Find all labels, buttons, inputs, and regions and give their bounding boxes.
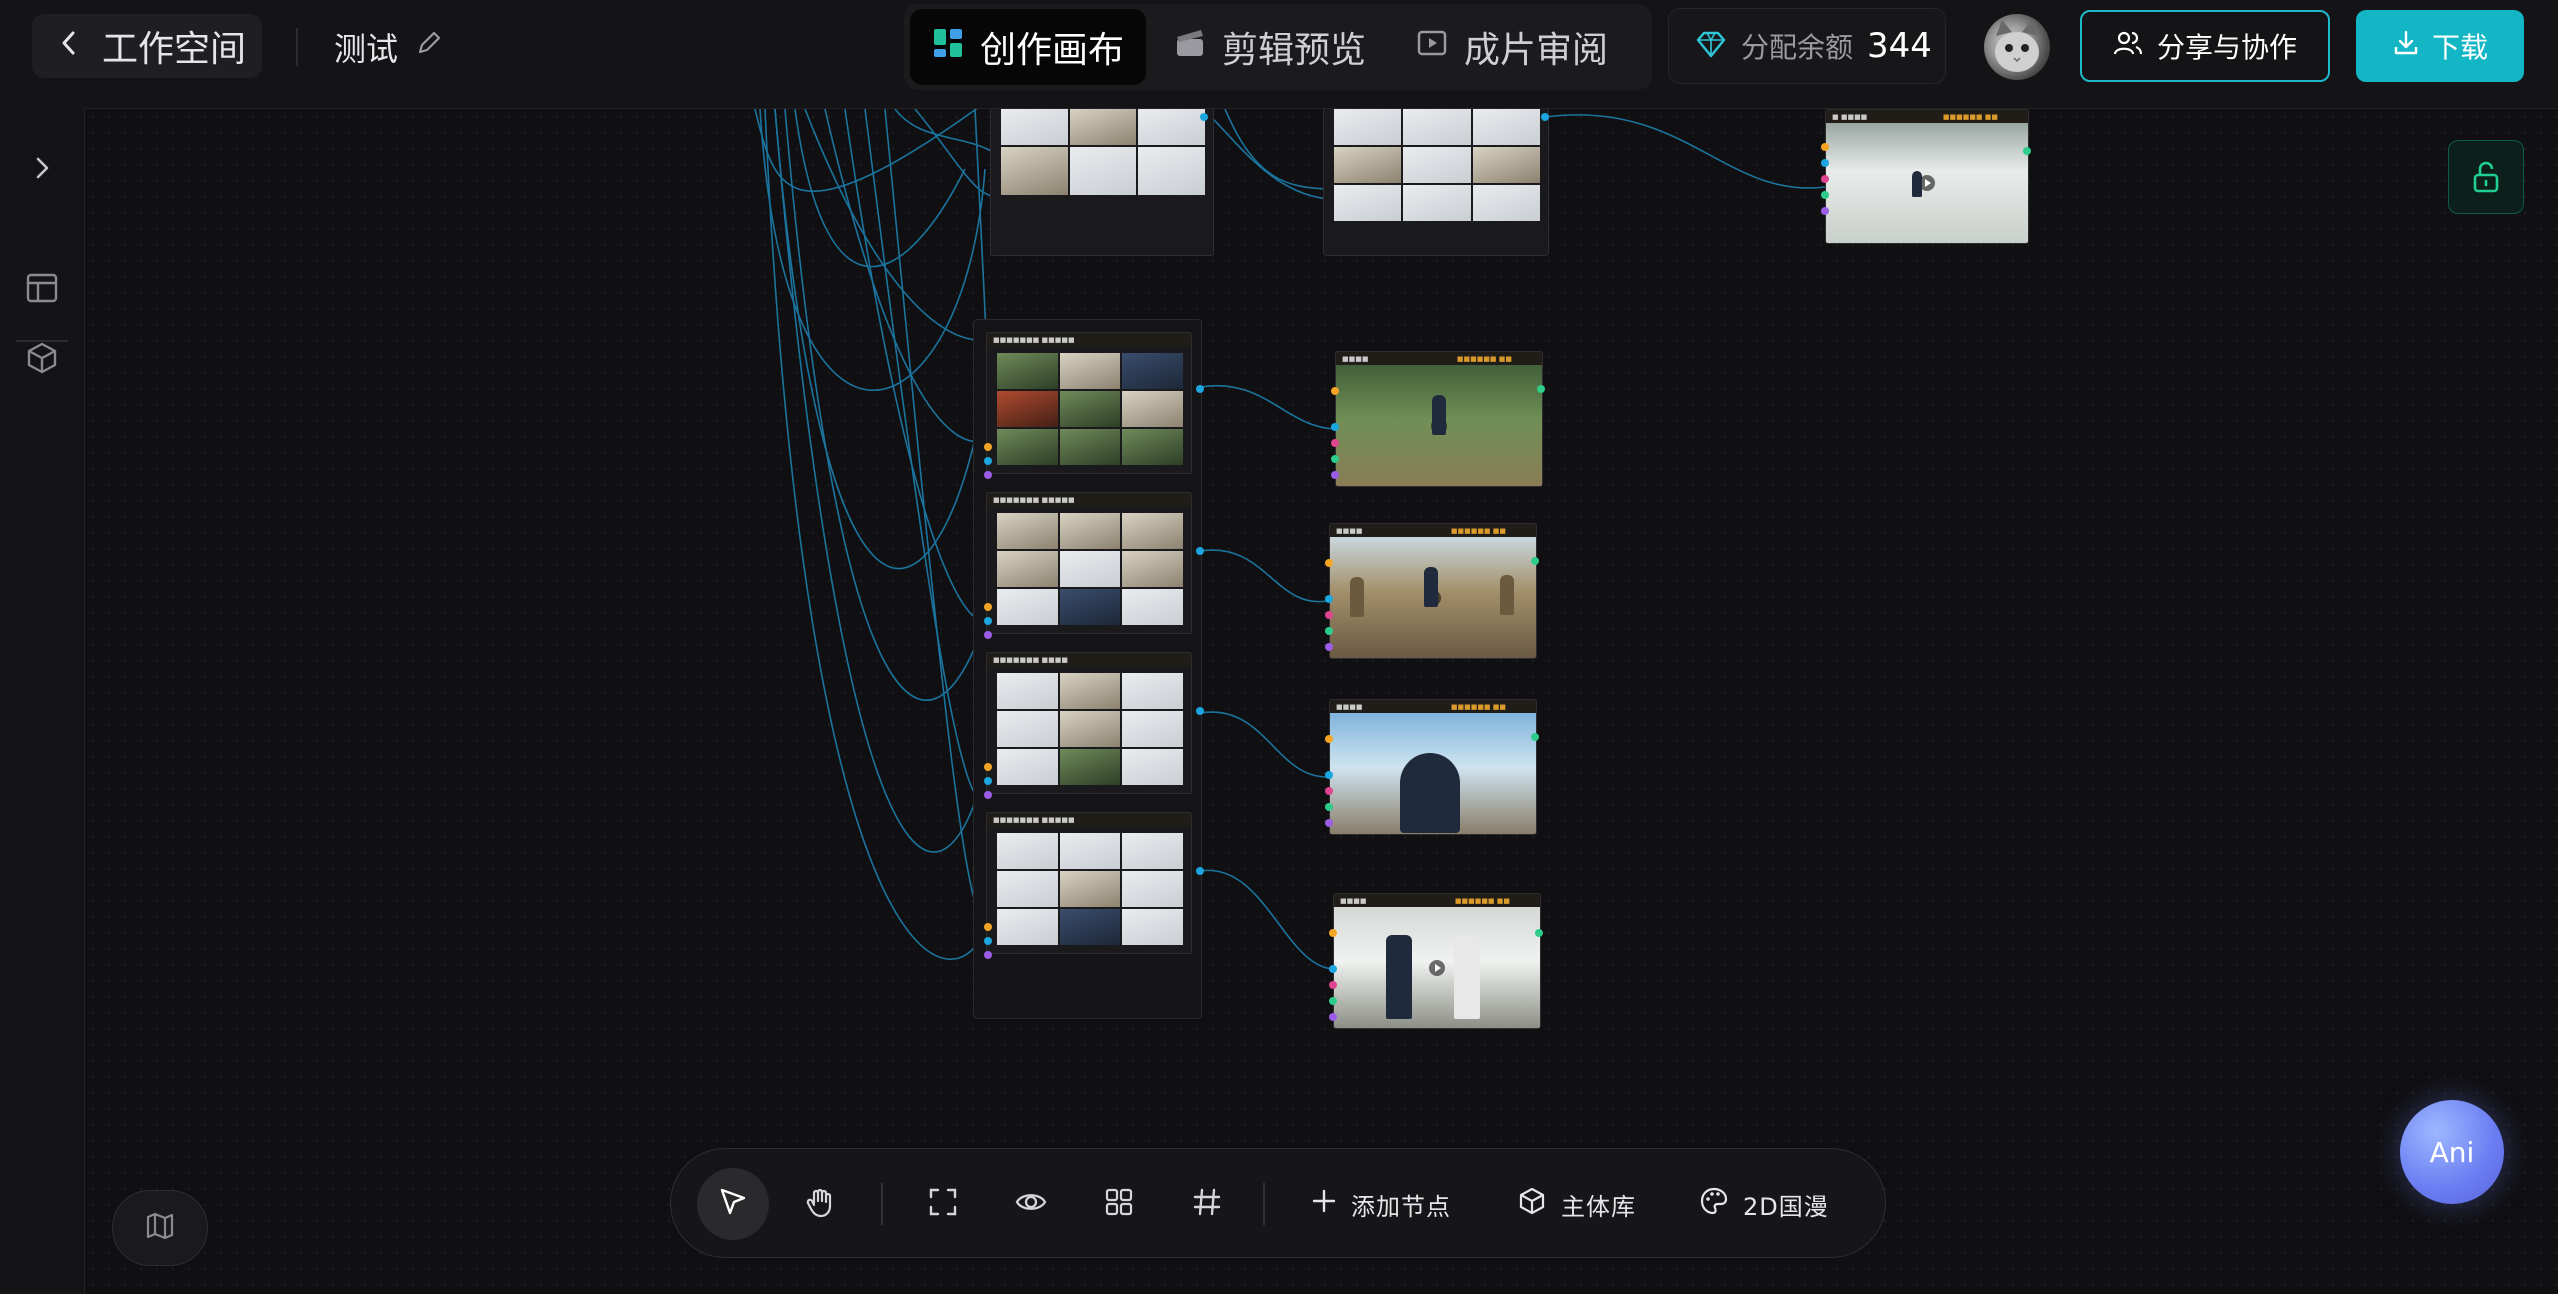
top-bar: 工作空间 测试 创作画布 剪辑预览 成片审阅 分配余额 344 分享与协作 下载 <box>0 0 2558 109</box>
ani-assistant-button[interactable]: Ani <box>2400 1100 2504 1204</box>
grid-four-icon <box>1103 1186 1135 1222</box>
chevron-right-icon[interactable] <box>20 146 64 190</box>
eye-icon <box>1014 1185 1048 1223</box>
node-canvas[interactable]: ■ ■■■■ ■■■■■■ ■■ ■■■■■■■ ■■■■■ ■■■■■■■ ■■… <box>85 109 2558 1294</box>
share-collaborate-button[interactable]: 分享与协作 <box>2080 10 2330 82</box>
diamond-icon <box>1695 28 1727 64</box>
add-node-button[interactable]: 添加节点 <box>1311 1168 1451 1240</box>
film-icon <box>1416 27 1448 68</box>
header-divider <box>296 28 298 66</box>
fit-view-button[interactable] <box>907 1168 979 1240</box>
mode-tabs: 创作画布 剪辑预览 成片审阅 <box>904 4 1652 90</box>
pencil-icon[interactable] <box>414 28 444 66</box>
balance-label: 分配余额 <box>1741 31 1854 64</box>
cursor-icon <box>716 1185 750 1223</box>
tab-review-label: 成片审阅 <box>1464 30 1609 71</box>
left-sidebar <box>0 108 85 1294</box>
project-name: 测试 <box>334 30 399 68</box>
tab-canvas-label: 创作画布 <box>980 30 1125 71</box>
users-icon <box>2113 28 2143 65</box>
cube-icon[interactable] <box>20 336 64 380</box>
arrange-button[interactable] <box>1083 1168 1155 1240</box>
tab-review[interactable]: 成片审阅 <box>1394 9 1630 85</box>
palette-icon <box>1699 1186 1729 1222</box>
clapper-icon <box>1174 27 1206 68</box>
grid-icon <box>932 27 964 68</box>
download-label: 下载 <box>2431 31 2488 64</box>
cube-icon <box>1517 1186 1547 1222</box>
project-title[interactable]: 测试 <box>334 20 444 74</box>
minimap-button[interactable] <box>112 1190 208 1266</box>
toolbar-divider <box>1263 1183 1265 1225</box>
hand-icon <box>804 1185 838 1223</box>
style-label: 2D国漫 <box>1743 1192 1829 1221</box>
download-button[interactable]: 下载 <box>2356 10 2524 82</box>
snap-grid-button[interactable] <box>1171 1168 1243 1240</box>
pan-tool-button[interactable] <box>785 1168 857 1240</box>
balance-value: 344 <box>1867 26 1932 66</box>
subject-library-button[interactable]: 主体库 <box>1517 1168 1636 1240</box>
download-icon <box>2392 29 2420 64</box>
tab-canvas[interactable]: 创作画布 <box>910 9 1147 85</box>
add-node-label: 添加节点 <box>1351 1192 1451 1221</box>
chevron-left-icon <box>58 26 80 67</box>
layout-icon[interactable] <box>20 266 64 310</box>
tab-edit-preview[interactable]: 剪辑预览 <box>1152 9 1388 85</box>
subject-library-label: 主体库 <box>1561 1192 1636 1221</box>
back-label: 工作空间 <box>102 29 247 70</box>
preview-button[interactable] <box>995 1168 1067 1240</box>
bottom-toolbar: 添加节点 主体库 2D国漫 <box>670 1148 1886 1258</box>
back-to-workspace-button[interactable]: 工作空间 <box>32 14 262 78</box>
ani-label: Ani <box>2429 1135 2475 1169</box>
avatar[interactable] <box>1984 14 2050 80</box>
style-selector-button[interactable]: 2D国漫 <box>1699 1168 1829 1240</box>
unlock-icon[interactable] <box>2448 140 2524 214</box>
plus-icon <box>1311 1188 1337 1220</box>
fullscreen-icon <box>927 1186 959 1222</box>
toolbar-divider <box>881 1183 883 1225</box>
select-tool-button[interactable] <box>697 1168 769 1240</box>
balance-display: 分配余额 344 <box>1668 8 1946 84</box>
share-label: 分享与协作 <box>2156 31 2297 64</box>
hash-icon <box>1191 1186 1223 1222</box>
node-ports <box>984 113 2031 1021</box>
map-icon <box>144 1210 176 1246</box>
tab-edit-preview-label: 剪辑预览 <box>1222 30 1367 71</box>
